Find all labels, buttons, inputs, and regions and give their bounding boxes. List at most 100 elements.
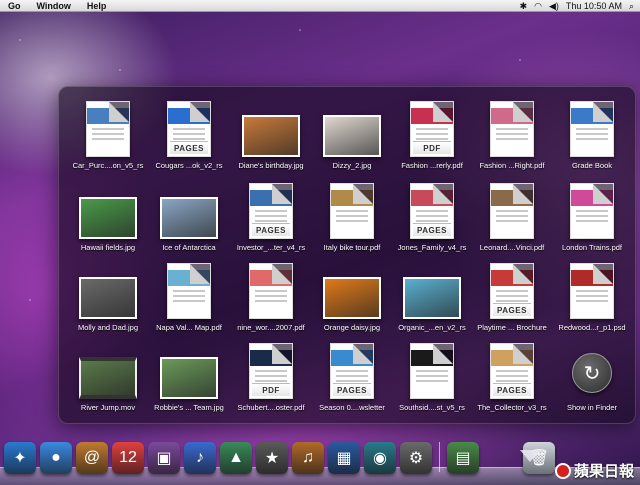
document-text-line bbox=[576, 290, 608, 292]
iphoto-icon[interactable]: ▲ bbox=[220, 442, 252, 474]
stack-item[interactable]: Organic_...en_v2_rs bbox=[393, 257, 471, 337]
stack-item-label: River Jump.mov bbox=[80, 403, 136, 412]
photo-thumbnail bbox=[160, 197, 218, 239]
stack-item[interactable]: Southsid....st_v5_rs bbox=[393, 337, 471, 417]
garageband-icon[interactable]: ♫ bbox=[292, 442, 324, 474]
page-fold-icon bbox=[272, 344, 292, 364]
photo-booth-icon[interactable]: ▣ bbox=[148, 442, 180, 474]
stack-item[interactable]: Diane's birthday.jpg bbox=[232, 95, 310, 175]
spaces-icon[interactable]: ▦ bbox=[328, 442, 360, 474]
stack-item[interactable]: Hawaii fields.jpg bbox=[69, 177, 147, 257]
stack-pointer-indicator bbox=[520, 450, 540, 462]
stack-item-label: Fashion ...rerly.pdf bbox=[401, 161, 463, 170]
thumbnail-wrap: PAGES bbox=[150, 95, 228, 157]
ichat-icon[interactable]: ● bbox=[40, 442, 72, 474]
stack-item[interactable]: nine_wor....2007.pdf bbox=[232, 257, 310, 337]
stack-item[interactable]: PAGES Playtime ... Brochure bbox=[473, 257, 551, 337]
page-fold-icon bbox=[593, 184, 613, 204]
stack-item[interactable]: River Jump.mov bbox=[69, 337, 147, 417]
document-text-line bbox=[255, 210, 287, 212]
stack-item[interactable]: Italy bike tour.pdf bbox=[313, 177, 391, 257]
stack-item[interactable]: Molly and Dad.jpg bbox=[69, 257, 147, 337]
document-text-line bbox=[173, 300, 205, 302]
stack-item[interactable]: PAGES Investor_...ter_v4_rs bbox=[232, 177, 310, 257]
stack-item[interactable]: PAGES Season 0....wsletter bbox=[313, 337, 391, 417]
thumbnail-wrap bbox=[69, 257, 147, 319]
document-text-line bbox=[173, 290, 205, 292]
menu-bar: Go Window Help ✱ ◠ ◀) Thu 10:50 AM ⌕ bbox=[0, 0, 640, 12]
time-machine-icon[interactable]: ◉ bbox=[364, 442, 396, 474]
stack-item[interactable]: Napa Val... Map.pdf bbox=[150, 257, 228, 337]
address-book-icon[interactable]: @ bbox=[76, 442, 108, 474]
document-text-line bbox=[496, 290, 528, 292]
stack-item-label: Diane's birthday.jpg bbox=[238, 161, 304, 170]
thumbnail-wrap bbox=[313, 177, 391, 239]
pdf-document-icon: PDF bbox=[249, 343, 293, 399]
finder-arrow-icon[interactable]: ↻ bbox=[572, 353, 612, 393]
imovie-icon[interactable]: ★ bbox=[256, 442, 288, 474]
stack-item[interactable]: Dizzy_2.jpg bbox=[313, 95, 391, 175]
pages-document-icon: PAGES bbox=[410, 183, 454, 239]
system-preferences-icon[interactable]: ⚙ bbox=[400, 442, 432, 474]
page-fold-icon bbox=[272, 184, 292, 204]
pages-document-icon: PAGES bbox=[330, 343, 374, 399]
document-text-line bbox=[255, 375, 287, 377]
document-thumbnail bbox=[410, 343, 454, 399]
page-fold-icon bbox=[593, 264, 613, 284]
menu-go[interactable]: Go bbox=[0, 0, 29, 12]
page-fold-icon bbox=[513, 264, 533, 284]
stack-item[interactable]: London Trains.pdf bbox=[553, 177, 631, 257]
stack-item-label: Napa Val... Map.pdf bbox=[156, 323, 222, 332]
document-text-line bbox=[496, 370, 528, 372]
document-text-line bbox=[92, 133, 124, 135]
stack-item-label: Molly and Dad.jpg bbox=[77, 323, 139, 332]
stack-item[interactable]: Car_Purc....on_v5_rs bbox=[69, 95, 147, 175]
stack-item[interactable]: PDF Fashion ...rerly.pdf bbox=[393, 95, 471, 175]
documents-stack-icon[interactable]: ▤ bbox=[447, 442, 479, 474]
show-in-finder-button[interactable]: ↻ Show in Finder bbox=[553, 337, 631, 417]
movie-thumbnail bbox=[79, 357, 137, 399]
stack-item-label: Organic_...en_v2_rs bbox=[398, 323, 466, 332]
document-text-line bbox=[496, 210, 528, 212]
thumbnail-wrap bbox=[232, 257, 310, 319]
stack-item[interactable]: Leonard....Vinci.pdf bbox=[473, 177, 551, 257]
document-thumbnail bbox=[167, 263, 211, 319]
document-text-line bbox=[255, 380, 287, 382]
stack-item[interactable]: PDF Schubert....oster.pdf bbox=[232, 337, 310, 417]
wifi-icon[interactable]: ◠ bbox=[534, 0, 542, 12]
thumbnail-wrap bbox=[69, 177, 147, 239]
itunes-icon[interactable]: ♪ bbox=[184, 442, 216, 474]
thumbnail-wrap bbox=[473, 177, 551, 239]
stack-item-label: London Trains.pdf bbox=[561, 243, 623, 252]
thumbnail-wrap bbox=[150, 337, 228, 399]
document-text-line bbox=[416, 215, 448, 217]
photo-thumbnail bbox=[242, 115, 300, 157]
stack-item-label: Schubert....oster.pdf bbox=[237, 403, 305, 412]
document-text-line bbox=[576, 210, 608, 212]
ical-icon[interactable]: 12 bbox=[112, 442, 144, 474]
stack-item[interactable]: PAGES Jones_Family_v4_rs bbox=[393, 177, 471, 257]
volume-icon[interactable]: ◀) bbox=[549, 0, 559, 12]
bluetooth-icon[interactable]: ✱ bbox=[520, 0, 528, 12]
document-thumbnail bbox=[249, 263, 293, 319]
safari-icon[interactable]: ✦ bbox=[4, 442, 36, 474]
pages-badge: PAGES bbox=[252, 223, 290, 236]
stack-item[interactable]: Robbie's ... Team.jpg bbox=[150, 337, 228, 417]
stack-item[interactable]: Orange daisy.jpg bbox=[313, 257, 391, 337]
stack-item[interactable]: Fashion ...Right.pdf bbox=[473, 95, 551, 175]
menu-help[interactable]: Help bbox=[79, 0, 115, 12]
menu-window[interactable]: Window bbox=[29, 0, 79, 12]
page-fold-icon bbox=[190, 264, 210, 284]
stack-item[interactable]: PAGES The_Collector_v3_rs bbox=[473, 337, 551, 417]
thumbnail-wrap: PAGES bbox=[473, 257, 551, 319]
stack-item[interactable]: Grade Book bbox=[553, 95, 631, 175]
document-text-line bbox=[576, 220, 608, 222]
document-text-line bbox=[496, 133, 528, 135]
spotlight-search-icon[interactable]: ⌕ bbox=[629, 0, 634, 12]
stack-item[interactable]: Redwood...r_p1.psd bbox=[553, 257, 631, 337]
document-text-line bbox=[255, 370, 287, 372]
stack-item[interactable]: Ice of Antarctica bbox=[150, 177, 228, 257]
clock[interactable]: Thu 10:50 AM bbox=[566, 0, 622, 12]
document-text-line bbox=[255, 215, 287, 217]
stack-item[interactable]: PAGES Cougars ...ok_v2_rs bbox=[150, 95, 228, 175]
